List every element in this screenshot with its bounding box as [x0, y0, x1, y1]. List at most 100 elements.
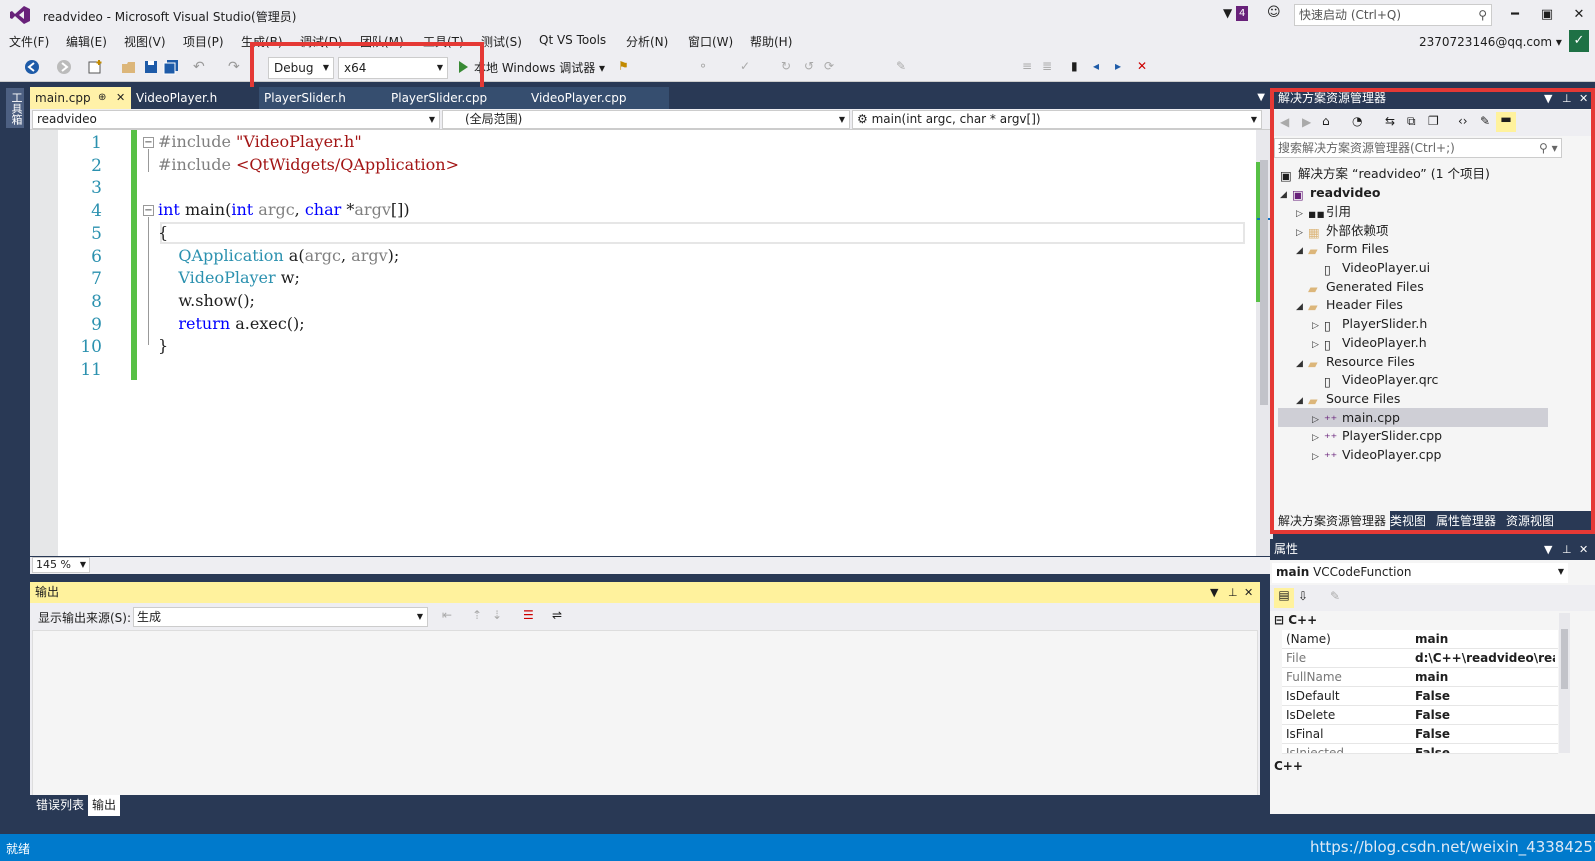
property-row[interactable]: IsDefault False	[1282, 687, 1558, 706]
previous-message-icon[interactable]: ⇡	[472, 608, 482, 622]
toolbox-strip: 工具箱	[0, 82, 30, 834]
tab-videoplayer-h[interactable]: VideoPlayer.h	[131, 87, 259, 109]
collapse-icon[interactable]: −	[143, 137, 154, 148]
tab-overflow-icon[interactable]: ▼	[1257, 87, 1265, 109]
reload-icon[interactable]: ⟳	[824, 59, 840, 75]
navigate-forward-icon[interactable]	[56, 59, 72, 75]
outdent-icon[interactable]: ≣	[1042, 59, 1058, 75]
close-button[interactable]: ✕	[1564, 4, 1594, 26]
feedback-button[interactable]: ✓	[1569, 30, 1589, 52]
close-icon[interactable]: ✕	[1579, 539, 1588, 560]
quick-launch-placeholder: 快速启动 (Ctrl+Q)	[1299, 8, 1402, 22]
debugger-target-button[interactable]: 本地 Windows 调试器 ▾	[474, 59, 605, 76]
property-pages-icon[interactable]: ✎	[1330, 589, 1340, 603]
project-value: readvideo	[37, 112, 97, 126]
property-row[interactable]: IsFinal False	[1282, 725, 1558, 744]
categorized-icon[interactable]: ▤	[1274, 588, 1294, 608]
undo-icon[interactable]: ↶	[193, 59, 209, 75]
line-number: 3	[91, 178, 102, 198]
collapse-icon[interactable]: −	[143, 205, 154, 216]
pin-icon[interactable]: ⊥	[1562, 539, 1572, 560]
check-icon[interactable]: ✓	[740, 59, 756, 75]
next-message-icon[interactable]: ⇣	[492, 608, 502, 622]
history-icon[interactable]: ↺	[804, 59, 820, 75]
menu-analyze[interactable]: 分析(N)	[626, 33, 668, 50]
function-icon: ⚙	[857, 112, 872, 126]
property-value: main	[1415, 670, 1449, 684]
output-source-dropdown[interactable]: 生成 ▼	[133, 607, 428, 627]
account-name[interactable]: 2370723146@qq.com ▾	[1419, 35, 1562, 49]
pin-icon[interactable]: ⊥	[1228, 582, 1238, 603]
zoom-dropdown[interactable]: 145 % ▼	[32, 557, 90, 573]
menu-file[interactable]: 文件(F)	[9, 33, 49, 50]
scope-dropdown[interactable]: (全局范围) ▼	[442, 110, 850, 129]
new-project-icon[interactable]	[87, 59, 103, 75]
property-row[interactable]: FullName main	[1282, 668, 1558, 687]
indicator-margin	[30, 130, 58, 556]
menu-project[interactable]: 项目(P)	[183, 33, 224, 50]
redo-icon[interactable]: ↷	[228, 59, 244, 75]
clear-all-icon[interactable]: ☰	[523, 608, 534, 622]
close-icon[interactable]: ✕	[1244, 582, 1253, 603]
code-line: return a.exec();	[178, 314, 305, 333]
category-label: C++	[1288, 613, 1318, 627]
pin-icon[interactable]: ⊕	[98, 87, 106, 109]
scrollbar-thumb[interactable]	[1561, 629, 1568, 689]
next-bookmark-icon[interactable]: ▸	[1115, 59, 1131, 75]
property-row[interactable]: (Name) main	[1282, 630, 1558, 649]
tab-main-cpp[interactable]: main.cpp ⊕ ✕	[30, 87, 131, 109]
output-source-value: 生成	[137, 610, 162, 624]
previous-bookmark-icon[interactable]: ◂	[1093, 59, 1109, 75]
notification-badge[interactable]: 4	[1236, 6, 1249, 21]
line-number: 8	[91, 292, 102, 312]
save-all-icon[interactable]	[163, 59, 179, 75]
bookmark-icon[interactable]: ⚑	[618, 59, 634, 75]
menu-window[interactable]: 窗口(W)	[688, 33, 733, 50]
bookmark-toggle-icon[interactable]: ▮	[1071, 59, 1087, 75]
property-value: main	[1415, 632, 1449, 646]
window-title: readvideo - Microsoft Visual Studio(管理员)	[43, 10, 297, 24]
step-icon[interactable]: ⚬	[698, 59, 714, 75]
maximize-button[interactable]: ▣	[1532, 4, 1562, 26]
object-selector[interactable]: main VCCodeFunction ▼	[1272, 563, 1568, 583]
output-text-area[interactable]	[32, 630, 1258, 796]
property-value: d:\C++\readvideo\rea	[1415, 651, 1555, 665]
menu-test[interactable]: 测试(S)	[481, 33, 522, 50]
property-row[interactable]: IsDelete False	[1282, 706, 1558, 725]
tab-playerslider-cpp[interactable]: PlayerSlider.cpp	[386, 87, 526, 109]
word-wrap-icon[interactable]: ⇌	[552, 608, 562, 622]
member-dropdown[interactable]: ⚙ main(int argc, char * argv[]) ▼	[852, 110, 1262, 129]
clear-bookmarks-icon[interactable]: ✕	[1137, 59, 1153, 75]
open-file-icon[interactable]	[121, 59, 137, 75]
find-message-icon[interactable]: ⇤	[442, 608, 452, 622]
tab-error-list[interactable]: 错误列表	[32, 795, 88, 816]
property-row[interactable]: IsInjected False	[1282, 744, 1558, 754]
property-category[interactable]: ⊟ C++	[1274, 613, 1317, 627]
wrench-icon[interactable]: ✎	[896, 59, 912, 75]
project-dropdown[interactable]: readvideo ▼	[32, 110, 440, 129]
alphabetical-icon[interactable]: ⇩	[1298, 589, 1308, 603]
window-position-icon[interactable]: ▼	[1544, 539, 1552, 560]
tab-output[interactable]: 输出	[88, 795, 121, 816]
scrollbar-thumb[interactable]	[1260, 160, 1268, 405]
tab-playerslider-h[interactable]: PlayerSlider.h	[259, 87, 386, 109]
code-editor[interactable]: 1 2 3 4 5 6 7 8 9 10 11 − − #include "Vi…	[30, 130, 1273, 556]
menu-qt-vs-tools[interactable]: Qt VS Tools	[539, 33, 606, 47]
save-icon[interactable]	[143, 59, 159, 75]
navigate-back-icon[interactable]	[24, 59, 40, 75]
refresh-icon[interactable]: ↻	[781, 59, 797, 75]
indent-icon[interactable]: ≡	[1022, 59, 1038, 75]
menu-edit[interactable]: 编辑(E)	[66, 33, 107, 50]
quick-launch-input[interactable]: 快速启动 (Ctrl+Q) ⚲	[1294, 4, 1492, 26]
menu-help[interactable]: 帮助(H)	[750, 33, 792, 50]
close-icon[interactable]: ✕	[116, 87, 125, 109]
properties-scrollbar[interactable]	[1559, 613, 1570, 753]
window-position-icon[interactable]: ▼	[1210, 582, 1218, 603]
tab-videoplayer-cpp[interactable]: VideoPlayer.cpp	[526, 87, 669, 109]
minimize-button[interactable]: ━	[1500, 4, 1530, 26]
toolbox-tab[interactable]: 工具箱	[6, 88, 24, 128]
property-row[interactable]: File d:\C++\readvideo\rea	[1282, 649, 1558, 668]
notification-flag-icon[interactable]: ▼	[1223, 6, 1232, 20]
feedback-icon[interactable]: ☺	[1267, 5, 1281, 20]
menu-view[interactable]: 视图(V)	[124, 33, 166, 50]
